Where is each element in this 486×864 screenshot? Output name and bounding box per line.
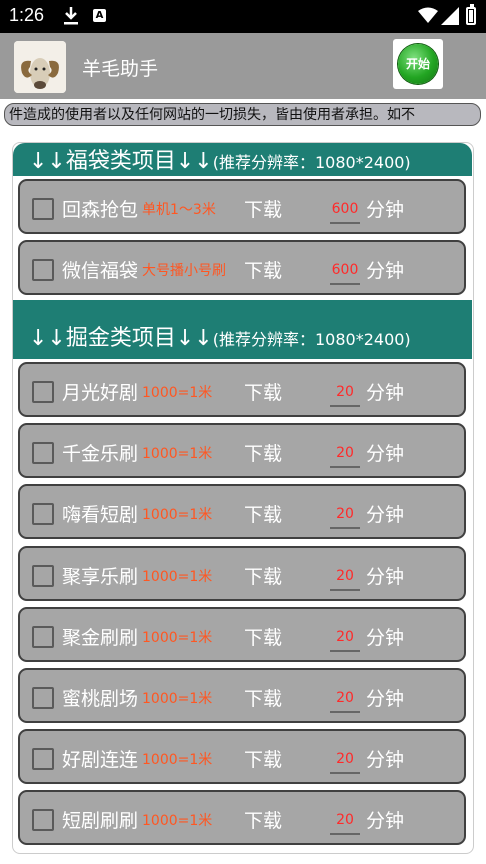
disclaimer-marquee: 件造成的使用者以及任何网站的一切损失，皆由使用者承担。如不 [4,103,481,126]
project-name: 回森抢包 [62,199,139,221]
start-button-frame: 开始 [393,39,443,89]
project-tag: 1000=1米 [142,630,213,646]
project-name: 月光好剧 [62,382,139,404]
start-button[interactable]: 开始 [398,44,438,84]
minutes-unit-label: 分钟 [366,443,405,465]
download-link[interactable]: 下载 [244,256,282,283]
project-name: 好剧连连 [62,749,139,771]
project-name: 微信福袋 [62,260,139,282]
download-link[interactable]: 下载 [244,745,282,772]
project-tag: 1000=1米 [142,446,213,462]
project-checkbox[interactable] [32,626,54,648]
project-row: 好剧连连 1000=1米 下载 20 分钟 [18,729,466,784]
project-checkbox[interactable] [32,198,54,220]
download-link[interactable]: 下载 [244,806,282,833]
download-link[interactable]: 下载 [244,500,282,527]
project-name: 聚享乐刷 [62,566,139,588]
section-header-mining: ↓↓掘金类项目↓↓(推荐分辨率：1080*2400) [13,300,472,359]
project-name: 聚金刷刷 [62,627,139,649]
project-row: 月光好剧 1000=1米 下载 20 分钟 [18,362,466,417]
minutes-unit-label: 分钟 [366,688,405,710]
minutes-input[interactable]: 20 [330,375,360,407]
minutes-input[interactable]: 20 [330,436,360,468]
minutes-input[interactable]: 20 [330,559,360,591]
project-row: 聚享乐刷 1000=1米 下载 20 分钟 [18,546,466,601]
minutes-unit-label: 分钟 [366,260,405,282]
minutes-unit-label: 分钟 [366,566,405,588]
project-tag: 1000=1米 [142,813,213,829]
download-link[interactable]: 下载 [244,623,282,650]
minutes-input[interactable]: 600 [330,192,360,224]
project-row: 千金乐刷 1000=1米 下载 20 分钟 [18,423,466,478]
section-title: ↓↓掘金类项目↓↓(推荐分辨率：1080*2400) [29,326,411,351]
signal-icon [441,7,459,25]
status-bar: 1:26 A [0,0,486,33]
download-link[interactable]: 下载 [244,439,282,466]
project-name: 蜜桃剧场 [62,688,139,710]
minutes-unit-label: 分钟 [366,199,405,221]
app-logo [14,41,66,93]
minutes-input[interactable]: 20 [330,742,360,774]
project-row: 微信福袋 大号播小号刷 下载 600 分钟 [18,240,466,295]
download-link[interactable]: 下载 [244,378,282,405]
section-title: ↓↓福袋类项目↓↓(推荐分辨率：1080*2400) [29,149,411,174]
project-name: 千金乐刷 [62,443,139,465]
download-link[interactable]: 下载 [244,562,282,589]
download-link[interactable]: 下载 [244,195,282,222]
a-notification-icon: A [93,9,106,22]
project-tag: 1000=1米 [142,569,213,585]
ram-logo-icon [14,41,66,93]
project-row: 短剧刷刷 1000=1米 下载 20 分钟 [18,790,466,845]
app-bar: 羊毛助手 开始 [0,33,486,99]
section-header-lucky-bag: ↓↓福袋类项目↓↓(推荐分辨率：1080*2400) [13,143,472,176]
project-tag: 1000=1米 [142,385,213,401]
status-time: 1:26 [9,5,45,25]
project-row: 聚金刷刷 1000=1米 下载 20 分钟 [18,607,466,662]
project-tag: 1000=1米 [142,752,213,768]
minutes-input[interactable]: 20 [330,497,360,529]
download-notification-icon [64,7,78,25]
minutes-unit-label: 分钟 [366,749,405,771]
project-checkbox[interactable] [32,381,54,403]
project-checkbox[interactable] [32,259,54,281]
project-name: 短剧刷刷 [62,810,139,832]
minutes-input[interactable]: 20 [330,620,360,652]
project-checkbox[interactable] [32,503,54,525]
project-tag: 大号播小号刷 [142,263,226,279]
project-tag: 1000=1米 [142,691,213,707]
minutes-unit-label: 分钟 [366,810,405,832]
project-name: 嗨看短剧 [62,504,139,526]
project-checkbox[interactable] [32,809,54,831]
project-checkbox[interactable] [32,748,54,770]
project-row: 嗨看短剧 1000=1米 下载 20 分钟 [18,484,466,539]
minutes-unit-label: 分钟 [366,504,405,526]
minutes-input[interactable]: 600 [330,253,360,285]
minutes-input[interactable]: 20 [330,803,360,835]
download-link[interactable]: 下载 [244,684,282,711]
project-checkbox[interactable] [32,565,54,587]
app-title: 羊毛助手 [82,58,159,80]
project-checkbox[interactable] [32,687,54,709]
project-checkbox[interactable] [32,442,54,464]
project-tag: 1000=1米 [142,507,213,523]
battery-icon [466,4,476,25]
project-tag: 单机1～3米 [142,202,216,218]
minutes-unit-label: 分钟 [366,627,405,649]
project-row: 回森抢包 单机1～3米 下载 600 分钟 [18,179,466,234]
project-row: 蜜桃剧场 1000=1米 下载 20 分钟 [18,668,466,723]
wifi-icon [418,7,438,23]
minutes-input[interactable]: 20 [330,681,360,713]
minutes-unit-label: 分钟 [366,382,405,404]
